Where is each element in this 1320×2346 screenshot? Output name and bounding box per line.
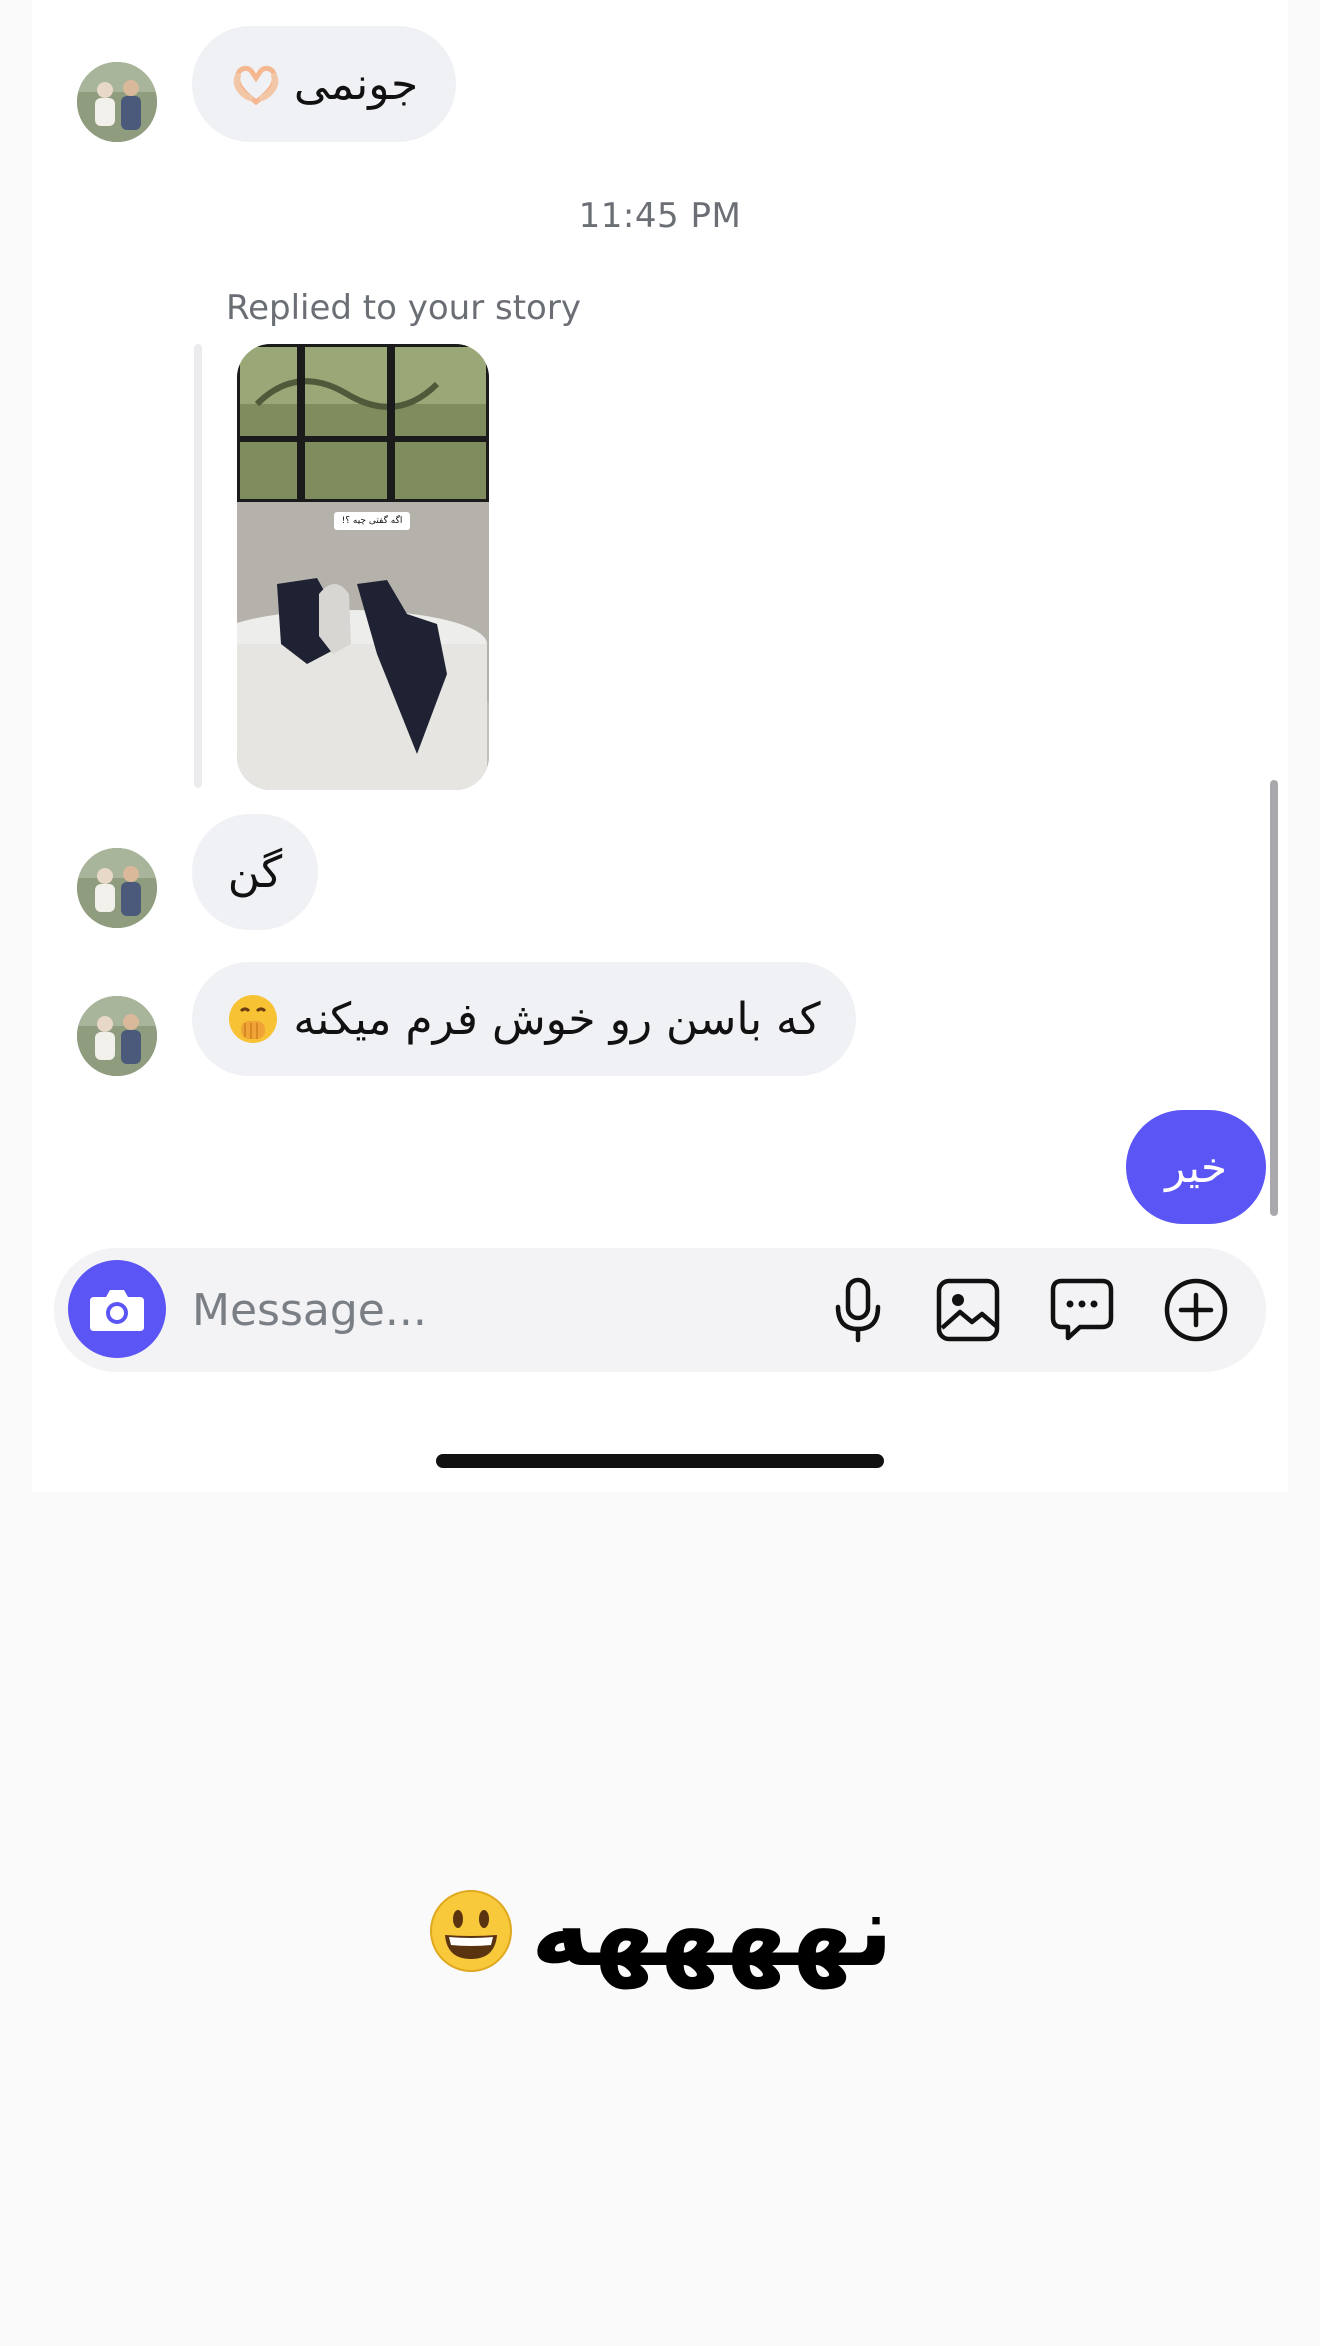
story-thumbnail[interactable]: اگه گفتی چیه ؟! (237, 344, 489, 790)
camera-icon (90, 1290, 144, 1331)
sticker-icon (1050, 1278, 1114, 1341)
message-composer (54, 1248, 1266, 1372)
chat-screen: جونمی 11:45 PM Replied to your story اگه… (32, 0, 1288, 1492)
hand-over-mouth-emoji (229, 995, 278, 1043)
gallery-icon (936, 1278, 1000, 1342)
camera-button[interactable] (68, 1260, 166, 1358)
message-bubble[interactable]: گن (192, 814, 318, 930)
heart-hands-emoji (233, 65, 279, 106)
grinning-face-emoji (429, 1889, 512, 1972)
message-text: که باسن رو خوش فرم میکنه (293, 993, 821, 1045)
sender-avatar[interactable] (77, 996, 157, 1076)
message-bubble[interactable]: که باسن رو خوش فرم میکنه (192, 962, 856, 1076)
message-input[interactable] (192, 1270, 692, 1350)
microphone-icon (835, 1277, 881, 1343)
caption: نههههه (0, 1872, 1320, 1989)
microphone-button[interactable] (824, 1276, 892, 1344)
reply-indicator-bar (194, 344, 202, 788)
caption-text: نههههه (530, 1872, 894, 1989)
gallery-button[interactable] (934, 1276, 1002, 1344)
sender-avatar[interactable] (77, 62, 157, 142)
sent-message-bubble[interactable]: خیر (1126, 1110, 1266, 1224)
message-text: گن (227, 846, 283, 898)
message-text: جونمی (293, 58, 419, 110)
scrollbar[interactable] (1270, 780, 1278, 1216)
message-bubble[interactable]: جونمی (192, 26, 456, 142)
sender-avatar[interactable] (77, 848, 157, 928)
plus-icon (1164, 1278, 1228, 1342)
message-text: خیر (1165, 1142, 1227, 1192)
timestamp: 11:45 PM (578, 196, 742, 236)
reply-label: Replied to your story (226, 288, 581, 328)
home-indicator[interactable] (436, 1454, 884, 1468)
story-sticker: اگه گفتی چیه ؟! (334, 512, 410, 530)
more-options-button[interactable] (1162, 1276, 1230, 1344)
sticker-button[interactable] (1048, 1276, 1116, 1344)
